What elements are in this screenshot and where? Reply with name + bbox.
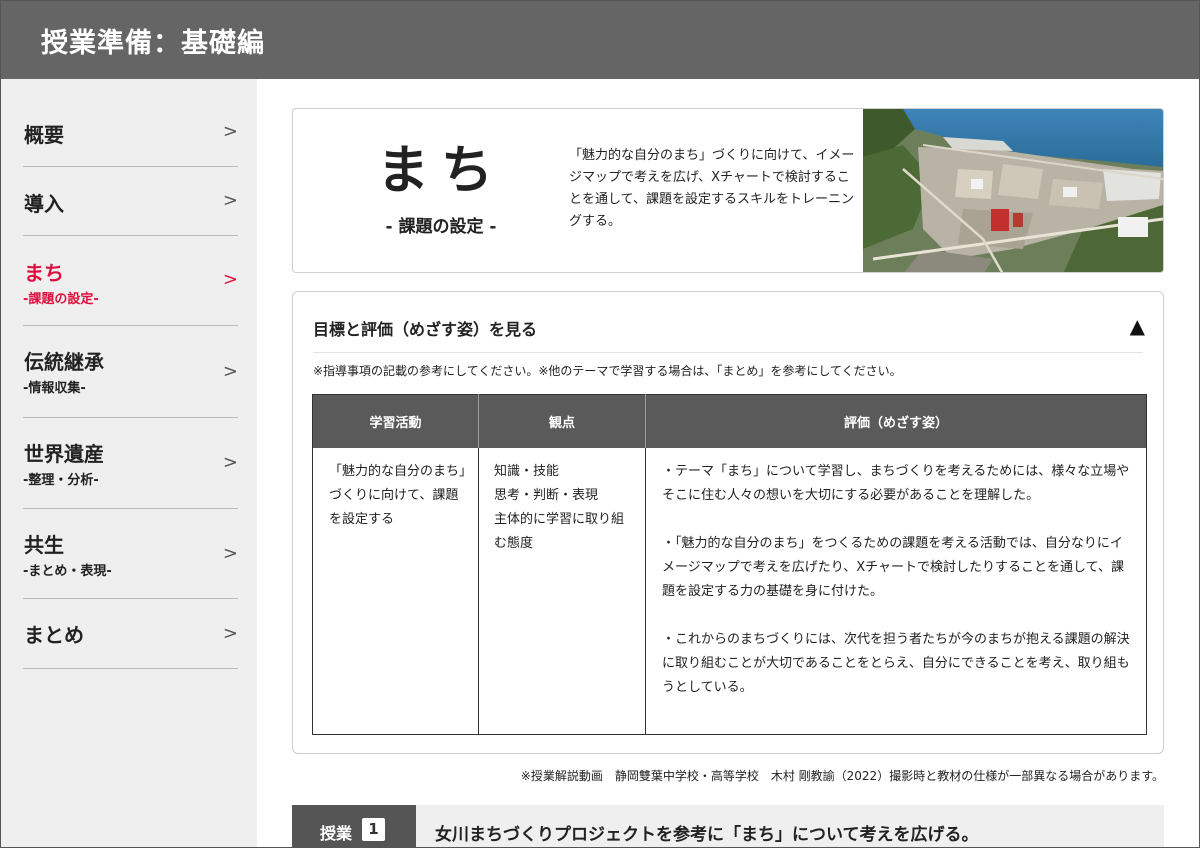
lesson-tag-label: 授業 [320, 824, 353, 843]
table-header-row: 学習活動 観点 評価（めざす姿） [312, 394, 1147, 448]
evaluation-item: ・「魅力的な自分のまち」をつくるための課題を考える活動では、自分なりにイメージマ… [662, 535, 1124, 599]
sidebar-item-sublabel: -課題の設定- [23, 292, 99, 307]
sidebar-item-matome[interactable]: まとめ > [23, 599, 238, 669]
goals-evaluation-panel: 目標と評価（めざす姿）を見る ▲ ※指導事項の記載の参考にしてください。※他のテ… [292, 291, 1164, 754]
sidebar-item-overview[interactable]: 概要 > [23, 79, 238, 167]
sidebar-item-label: 共生 [24, 533, 64, 557]
panel-title[interactable]: 目標と評価（めざす姿）を見る [313, 316, 537, 340]
theme-description: 「魅力的な自分のまち」づくりに向けて、イメージマップで考えを広げ、Xチャートで検… [569, 148, 855, 229]
chevron-right-icon: > [222, 623, 238, 644]
sidebar-item-sublabel: -まとめ・表現- [23, 564, 112, 579]
chevron-right-icon: > [222, 361, 238, 382]
lesson-header[interactable]: 授業 1 女川まちづくりプロジェクトを参考に「まち」について考えを広げる。 [292, 805, 1164, 847]
evaluation-item: ・これからのまちづくりには、次代を担う者たちが今のまちが抱える課題の解決に取り組… [662, 631, 1130, 695]
sidebar-item-kyosei[interactable]: 共生 -まとめ・表現- > [23, 509, 238, 599]
town-aerial-photo [863, 109, 1163, 272]
chevron-right-icon: > [222, 121, 238, 142]
sidebar-item-sublabel: -情報収集- [23, 381, 86, 396]
viewpoint-cell: 知識・技能 思考・判断・表現 主体的に学習に取り組む態度 [478, 447, 646, 735]
video-credit-note: ※授業解説動画 静岡雙葉中学校・高等学校 木村 剛教諭（2022）撮影時と教材の… [520, 769, 1164, 783]
header-bar: 授業準備：基礎編 [1, 1, 1199, 79]
column-header-viewpoint: 観点 [478, 394, 646, 448]
sidebar-item-label: 伝統継承 [24, 350, 104, 374]
sidebar-item-label: まとめ [24, 623, 84, 647]
chevron-right-icon: > [222, 452, 238, 473]
evaluation-table: 学習活動 観点 評価（めざす姿） 「魅力的な自分のまち」づくりに向けて、課題を設… [312, 394, 1147, 735]
collapse-triangle-icon[interactable]: ▲ [1130, 314, 1145, 338]
theme-title: まち [376, 141, 505, 201]
column-header-evaluation: 評価（めざす姿） [645, 394, 1147, 448]
sidebar-item-sekai-isan[interactable]: 世界遺産 -整理・分析- > [23, 418, 238, 509]
sidebar: 概要 > 導入 > まち -課題の設定- > 伝統継承 -情報収集- > 世界遺… [1, 79, 257, 847]
table-row: 「魅力的な自分のまち」づくりに向けて、課題を設定する 知識・技能 思考・判断・表… [312, 447, 1147, 735]
chevron-right-icon: > [222, 543, 238, 564]
sidebar-item-label: まち [24, 261, 64, 285]
theme-subtitle: - 課題の設定 - [385, 217, 497, 237]
evaluation-cell: ・テーマ「まち」について学習し、まちづくりを考えるためには、様々な立場やそこに住… [646, 448, 1147, 735]
main-content: まち - 課題の設定 - 「魅力的な自分のまち」づくりに向けて、イメージマップで… [257, 79, 1199, 847]
sidebar-item-dento-keisho[interactable]: 伝統継承 -情報収集- > [23, 326, 238, 418]
sidebar-item-label: 導入 [24, 192, 64, 216]
page-title: 授業準備：基礎編 [41, 28, 265, 59]
viewpoint-item: 主体的に学習に取り組む態度 [494, 511, 625, 551]
chevron-right-icon: > [222, 269, 238, 290]
column-header-activity: 学習活動 [312, 394, 479, 448]
chevron-right-icon: > [222, 190, 238, 211]
evaluation-item: ・テーマ「まち」について学習し、まちづくりを考えるためには、様々な立場やそこに住… [662, 463, 1130, 503]
page-frame: 授業準備：基礎編 概要 > 導入 > まち -課題の設定- > 伝統継承 -情報… [0, 0, 1200, 848]
lesson-title: 女川まちづくりプロジェクトを参考に「まち」について考えを広げる。 [435, 825, 979, 845]
activity-cell: 「魅力的な自分のまち」づくりに向けて、課題を設定する [312, 447, 479, 735]
lesson-number-badge: 1 [362, 818, 385, 841]
sidebar-item-label: 概要 [24, 123, 64, 147]
sidebar-item-machi[interactable]: まち -課題の設定- > [23, 236, 238, 326]
sidebar-item-label: 世界遺産 [24, 442, 104, 466]
sidebar-item-sublabel: -整理・分析- [23, 473, 99, 488]
sidebar-item-intro[interactable]: 導入 > [23, 167, 238, 236]
theme-hero-card: まち - 課題の設定 - 「魅力的な自分のまち」づくりに向けて、イメージマップで… [292, 108, 1164, 273]
divider [313, 352, 1143, 353]
lesson-tag: 授業 1 [292, 805, 416, 847]
panel-note: ※指導事項の記載の参考にしてください。※他のテーマで学習する場合は、「まとめ」を… [313, 364, 902, 378]
viewpoint-item: 思考・判断・表現 [494, 487, 599, 503]
viewpoint-item: 知識・技能 [494, 463, 560, 479]
